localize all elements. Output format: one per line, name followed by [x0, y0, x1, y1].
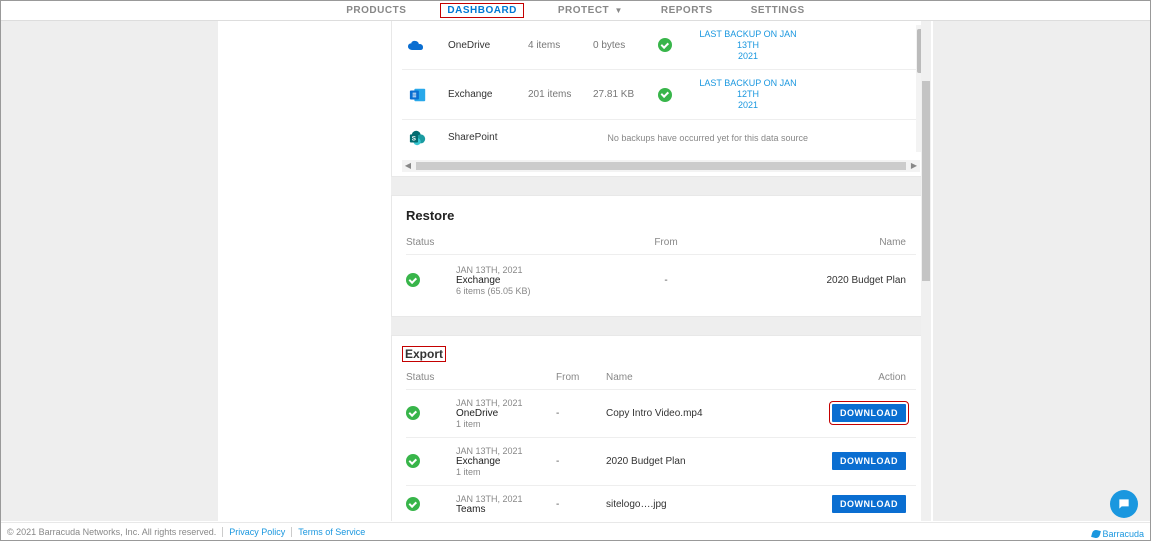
- export-service: OneDrive: [456, 408, 556, 419]
- check-circle-icon: [406, 454, 420, 468]
- backup-row-sharepoint: S SharePoint No backups have occurred ye…: [402, 120, 920, 156]
- export-title: Export: [402, 346, 446, 362]
- export-detail: 1 item: [456, 467, 556, 477]
- footer-terms-link[interactable]: Terms of Service: [291, 527, 365, 537]
- export-service: Teams: [456, 504, 556, 515]
- top-nav: PRODUCTS DASHBOARD PROTECT ▼ REPORTS SET…: [1, 1, 1150, 21]
- content-wrap: OneDrive 4 items 0 bytes LAST BACKUP ON …: [218, 21, 933, 521]
- service-label: SharePoint: [448, 132, 518, 143]
- backup-items: 4 items: [528, 40, 583, 51]
- horizontal-scrollbar[interactable]: ◀ ▶: [402, 160, 920, 172]
- page-vertical-scrollbar[interactable]: [921, 21, 931, 521]
- h-name: Name: [716, 237, 916, 248]
- last-backup-link[interactable]: LAST BACKUP ON JAN 13TH 2021: [688, 29, 808, 61]
- export-date: JAN 13TH, 2021: [456, 398, 556, 408]
- scroll-thumb[interactable]: [922, 81, 930, 281]
- h-name: Name: [606, 372, 726, 383]
- download-button[interactable]: DOWNLOAD: [832, 404, 906, 422]
- footer-privacy-link[interactable]: Privacy Policy: [222, 527, 285, 537]
- export-date: JAN 13TH, 2021: [456, 446, 556, 456]
- backup-size: 27.81 KB: [593, 89, 648, 100]
- footer-copyright: © 2021 Barracuda Networks, Inc. All righ…: [7, 527, 216, 537]
- export-from: -: [556, 456, 606, 467]
- scroll-left-icon[interactable]: ◀: [402, 161, 414, 170]
- export-name: 2020 Budget Plan: [606, 456, 726, 467]
- page-body: OneDrive 4 items 0 bytes LAST BACKUP ON …: [1, 21, 1150, 521]
- restore-detail: 6 items (65.05 KB): [456, 286, 616, 296]
- no-backups-note: No backups have occurred yet for this da…: [593, 133, 808, 143]
- check-circle-icon: [658, 88, 672, 102]
- restore-title: Restore: [392, 196, 930, 231]
- nav-reports[interactable]: REPORTS: [657, 3, 717, 18]
- last-backup-link[interactable]: LAST BACKUP ON JAN 12TH 2021: [688, 78, 808, 110]
- export-row: JAN 13TH, 2021 Teams - sitelogo….jpg DOW…: [406, 486, 916, 521]
- backup-row-onedrive: OneDrive 4 items 0 bytes LAST BACKUP ON …: [402, 21, 920, 70]
- backup-items: 201 items: [528, 89, 583, 100]
- backup-row-exchange: Exchange 201 items 27.81 KB LAST BACKUP …: [402, 70, 920, 119]
- export-meta: JAN 13TH, 2021 Teams: [456, 494, 556, 515]
- nav-protect[interactable]: PROTECT ▼: [554, 3, 627, 18]
- export-meta: JAN 13TH, 2021 OneDrive 1 item: [456, 398, 556, 429]
- brand-logo: Barracuda: [1092, 529, 1144, 539]
- svg-text:S: S: [412, 135, 416, 142]
- nav-products[interactable]: PRODUCTS: [342, 3, 410, 18]
- restore-meta: JAN 13TH, 2021 Exchange 6 items (65.05 K…: [456, 265, 616, 296]
- download-button[interactable]: DOWNLOAD: [832, 452, 906, 470]
- nav-dashboard[interactable]: DASHBOARD: [440, 3, 524, 18]
- export-detail: 1 item: [456, 419, 556, 429]
- export-row: JAN 13TH, 2021 OneDrive 1 item - Copy In…: [406, 390, 916, 438]
- service-label: OneDrive: [448, 40, 518, 51]
- last-backup-line2: 2021: [738, 100, 758, 110]
- last-backup-line1: LAST BACKUP ON JAN 12TH: [699, 78, 796, 99]
- scroll-right-icon[interactable]: ▶: [908, 161, 920, 170]
- last-backup-line2: 2021: [738, 51, 758, 61]
- h-action: Action: [726, 372, 916, 383]
- brand-label: Barracuda: [1102, 529, 1144, 539]
- exchange-icon: [408, 85, 428, 105]
- restore-name: 2020 Budget Plan: [716, 275, 916, 286]
- export-panel: Export Status From Name Action JA: [391, 335, 931, 521]
- last-backup-line1: LAST BACKUP ON JAN 13TH: [699, 29, 796, 50]
- check-circle-icon: [658, 38, 672, 52]
- export-date: JAN 13TH, 2021: [456, 494, 556, 504]
- chevron-down-icon: ▼: [614, 6, 622, 15]
- h-from: From: [616, 237, 716, 248]
- export-from: -: [556, 408, 606, 419]
- onedrive-icon: [408, 35, 428, 55]
- footer: © 2021 Barracuda Networks, Inc. All righ…: [1, 522, 1150, 540]
- restore-panel: Restore Status From Name JAN 13TH, 2021: [391, 195, 931, 317]
- export-table-header: Status From Name Action: [406, 366, 916, 390]
- sharepoint-icon: S: [408, 128, 428, 148]
- restore-service: Exchange: [456, 275, 616, 286]
- export-name: Copy Intro Video.mp4: [606, 408, 726, 419]
- h-status: Status: [406, 372, 456, 383]
- nav-settings[interactable]: SETTINGS: [747, 3, 809, 18]
- check-circle-icon: [406, 497, 420, 511]
- restore-from: -: [616, 275, 716, 286]
- export-name: sitelogo….jpg: [606, 499, 726, 510]
- chat-widget-button[interactable]: [1110, 490, 1138, 518]
- restore-date: JAN 13TH, 2021: [456, 265, 616, 275]
- backup-table: OneDrive 4 items 0 bytes LAST BACKUP ON …: [402, 21, 920, 156]
- check-circle-icon: [406, 273, 420, 287]
- check-circle-icon: [406, 406, 420, 420]
- export-from: -: [556, 499, 606, 510]
- restore-table-header: Status From Name: [406, 231, 916, 255]
- export-row: JAN 13TH, 2021 Exchange 1 item - 2020 Bu…: [406, 438, 916, 486]
- download-button[interactable]: DOWNLOAD: [832, 495, 906, 513]
- export-meta: JAN 13TH, 2021 Exchange 1 item: [456, 446, 556, 477]
- backup-size: 0 bytes: [593, 40, 648, 51]
- export-service: Exchange: [456, 456, 556, 467]
- h-status: Status: [406, 237, 456, 248]
- backup-panel: OneDrive 4 items 0 bytes LAST BACKUP ON …: [391, 21, 931, 177]
- dashboard-scroll-area: OneDrive 4 items 0 bytes LAST BACKUP ON …: [391, 21, 931, 521]
- nav-protect-label: PROTECT: [558, 5, 609, 16]
- restore-row: JAN 13TH, 2021 Exchange 6 items (65.05 K…: [406, 255, 916, 306]
- scroll-track[interactable]: [416, 162, 906, 170]
- h-from: From: [556, 372, 606, 383]
- service-label: Exchange: [448, 89, 518, 100]
